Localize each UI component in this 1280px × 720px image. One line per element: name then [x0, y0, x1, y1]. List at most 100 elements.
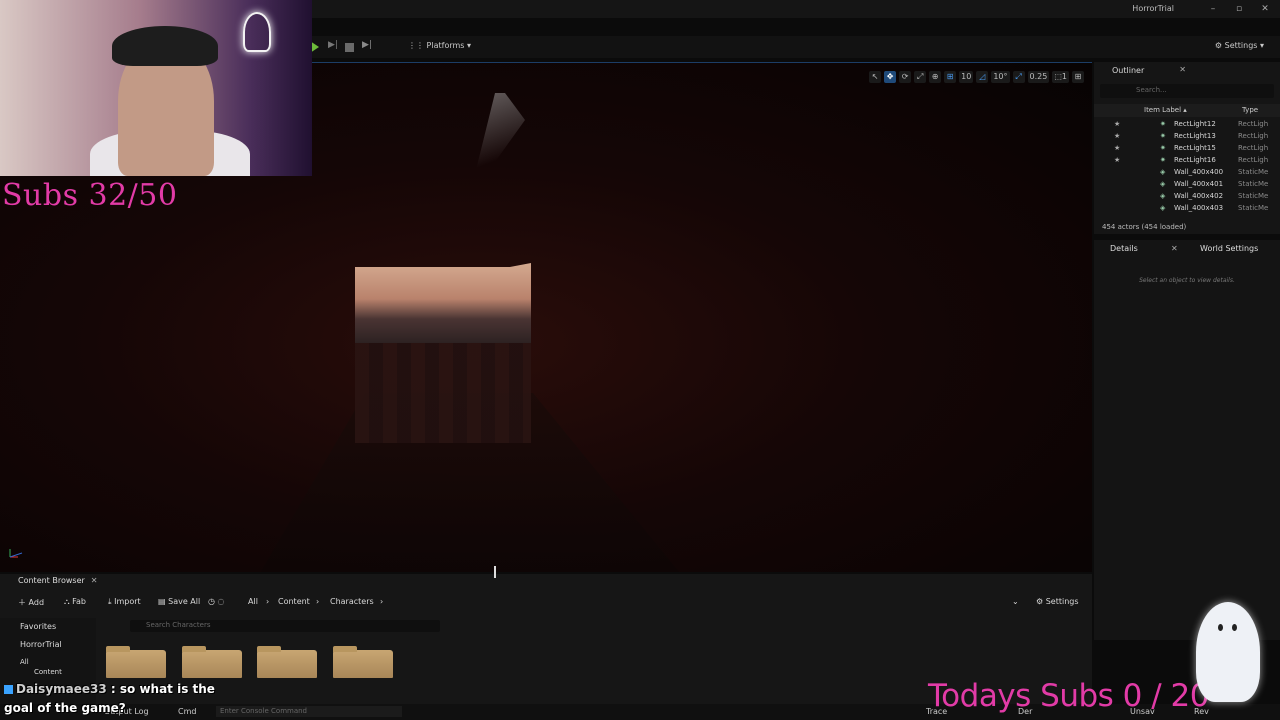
grid-snap-value[interactable]: 10 — [959, 71, 974, 83]
tab-world-settings[interactable]: World Settings — [1200, 244, 1258, 253]
fab-button[interactable]: ⛬ Fab — [64, 597, 86, 607]
ghost-mascot-icon — [1196, 602, 1260, 702]
mesh-icon: ◈ — [1160, 192, 1166, 200]
streamer-cap — [112, 26, 218, 66]
fab-label: Fab — [72, 597, 87, 606]
favorites-section[interactable]: Favorites — [20, 622, 56, 631]
column-type[interactable]: Type — [1242, 106, 1258, 114]
list-item[interactable]: ★ ✷ RectLight12 RectLigh — [1094, 119, 1280, 131]
eject-icon[interactable]: ▶| — [362, 40, 374, 52]
rotate-tool-icon[interactable]: ⟳ — [899, 71, 912, 83]
folder-icon[interactable] — [257, 646, 317, 678]
add-label: Add — [28, 598, 45, 607]
sky-opening — [355, 263, 531, 343]
outliner-label: Outliner — [1112, 66, 1145, 75]
stop-icon[interactable] — [345, 43, 354, 52]
details-panel: Details ✕ World Settings Select an objec… — [1094, 240, 1280, 640]
close-icon[interactable]: ✕ — [1179, 65, 1186, 74]
folder-icon[interactable] — [182, 646, 242, 678]
item-name: Wall_400x403 — [1174, 204, 1224, 212]
settings-menu[interactable]: ⚙ Settings ▾ — [1215, 41, 1264, 50]
star-icon[interactable]: ★ — [1114, 144, 1120, 152]
subs-goal-counter: Subs 32/50 — [2, 178, 178, 213]
chevron-down-icon[interactable]: ⌄ — [1012, 597, 1019, 606]
list-item[interactable]: ◈ Wall_400x400 StaticMe — [1094, 167, 1280, 179]
history-back-icon[interactable]: ◷ ◌ — [208, 597, 225, 606]
item-name: RectLight15 — [1174, 144, 1216, 152]
star-icon[interactable]: ★ — [1114, 120, 1120, 128]
item-type: StaticMe — [1238, 204, 1269, 212]
item-name: RectLight13 — [1174, 132, 1216, 140]
translate-tool-icon[interactable]: ✥ — [884, 71, 897, 83]
item-type: RectLigh — [1238, 120, 1269, 128]
list-item[interactable]: ★ ✷ RectLight13 RectLigh — [1094, 131, 1280, 143]
gear-icon: ⚙ — [1214, 41, 1223, 50]
tab-content-browser[interactable]: Content Browser ✕ — [0, 576, 97, 590]
webcam-overlay — [0, 0, 312, 176]
list-item[interactable]: ◈ Wall_400x403 StaticMe — [1094, 203, 1280, 215]
scale-snap-icon[interactable]: ⤢ — [1012, 71, 1025, 83]
content-search-input[interactable]: Search Characters — [130, 620, 440, 632]
minimize-button[interactable]: – — [1206, 2, 1220, 16]
list-item[interactable]: ◈ Wall_400x401 StaticMe — [1094, 179, 1280, 191]
item-type: StaticMe — [1238, 192, 1269, 200]
close-window-button[interactable]: ✕ — [1258, 2, 1272, 16]
maximize-button[interactable]: ▫ — [1232, 2, 1246, 16]
star-icon[interactable]: ★ — [1114, 156, 1120, 164]
import-label: Import — [114, 597, 141, 606]
folder-icon[interactable] — [106, 646, 166, 678]
details-hint: Select an object to view details. — [1139, 277, 1235, 284]
camera-speed-button[interactable]: ⬚1 — [1052, 71, 1069, 83]
select-tool-icon[interactable]: ↖ — [869, 71, 882, 83]
settings-label: Settings — [1224, 41, 1258, 50]
close-icon[interactable]: ✕ — [91, 576, 98, 585]
mouse-cursor — [494, 566, 496, 578]
tab-outliner[interactable]: Outliner ✕ — [1094, 62, 1280, 78]
todays-subs-counter: Todays Subs 0 / 20 — [928, 678, 1210, 714]
tree-content[interactable]: Content — [34, 668, 62, 676]
ghost-eye — [1232, 624, 1237, 631]
light-icon: ✷ — [1160, 144, 1166, 152]
list-item[interactable]: ◈ Wall_400x402 StaticMe — [1094, 191, 1280, 203]
rotation-snap-value[interactable]: 10° — [991, 71, 1010, 83]
add-button[interactable]: ＋ Add — [18, 597, 44, 608]
item-name: Wall_400x402 — [1174, 192, 1224, 200]
close-icon[interactable]: ✕ — [1171, 244, 1178, 253]
outliner-search-input[interactable]: Search... — [1100, 84, 1274, 98]
chevron-right-icon: › — [380, 597, 384, 606]
item-name: RectLight12 — [1174, 120, 1216, 128]
breadcrumb-characters[interactable]: Characters — [330, 597, 374, 606]
item-type: StaticMe — [1238, 180, 1269, 188]
list-item[interactable]: ★ ✷ RectLight15 RectLigh — [1094, 143, 1280, 155]
outliner-column-header: Item Label ▴ Type — [1094, 104, 1280, 117]
breadcrumb-content[interactable]: Content — [278, 597, 310, 606]
chevron-right-icon: › — [316, 597, 320, 606]
light-icon: ✷ — [1160, 132, 1166, 140]
list-item[interactable]: ★ ✷ RectLight16 RectLigh — [1094, 155, 1280, 167]
column-item-label[interactable]: Item Label ▴ — [1144, 106, 1187, 114]
platforms-menu[interactable]: ⋮⋮ Platforms ▾ — [408, 41, 471, 50]
grid-snap-icon[interactable]: ⊞ — [944, 71, 957, 83]
tree-all[interactable]: All — [20, 658, 29, 666]
folder-icon[interactable] — [333, 646, 393, 678]
step-icon[interactable]: ▶| — [328, 40, 340, 52]
viewport-layout-icon[interactable]: ⊞ — [1072, 71, 1084, 83]
tab-details[interactable]: Details — [1110, 244, 1138, 253]
save-all-button[interactable]: ▤ Save All — [158, 597, 200, 606]
outliner-panel: Outliner ✕ Search... Item Label ▴ Type ★… — [1094, 62, 1280, 234]
item-type: RectLigh — [1238, 144, 1269, 152]
world-space-icon[interactable]: ⊕ — [929, 71, 942, 83]
import-button[interactable]: ⤓ Import — [108, 597, 141, 607]
breadcrumb-all[interactable]: All — [248, 597, 258, 606]
content-browser-label: Content Browser — [18, 576, 85, 585]
project-section[interactable]: HorrorTrial — [20, 640, 62, 649]
item-name: Wall_400x401 — [1174, 180, 1224, 188]
rotation-snap-icon[interactable]: ◿ — [976, 71, 989, 83]
cb-settings-label: Settings — [1045, 597, 1079, 606]
scale-snap-value[interactable]: 0.25 — [1027, 71, 1050, 83]
viewport-toolbar: ↖ ✥ ⟳ ⤢ ⊕ ⊞ 10 ◿ 10° ⤢ 0.25 ⬚1 ⊞ — [869, 70, 1084, 84]
cb-settings-button[interactable]: ⚙ Settings — [1036, 597, 1079, 606]
star-icon[interactable]: ★ — [1114, 132, 1120, 140]
neon-ghost-icon — [243, 12, 271, 52]
scale-tool-icon[interactable]: ⤢ — [914, 71, 927, 83]
